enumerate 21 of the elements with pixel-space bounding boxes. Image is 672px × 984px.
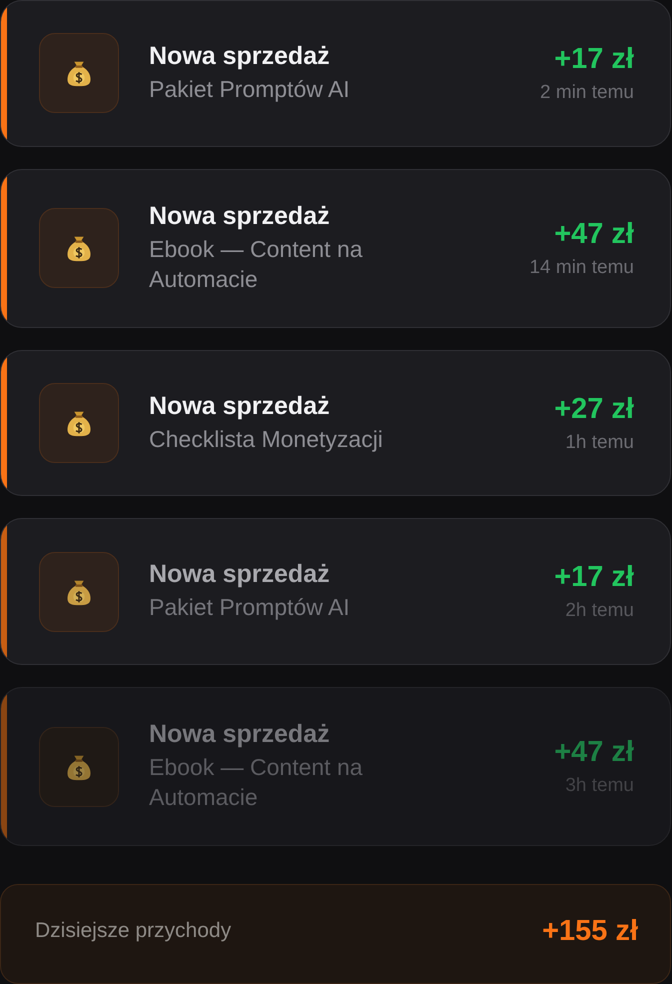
product-name: Pakiet Promptów AI — [149, 74, 351, 104]
summary-label: Dzisiejsze przychody — [35, 919, 232, 944]
sale-amount: +17 zł — [554, 42, 634, 76]
sale-title: Nowa sprzedaż — [149, 392, 331, 421]
product-name: Ebook — Content na Automacie — [149, 234, 364, 294]
sale-title: Nowa sprzedaż — [149, 42, 331, 71]
sale-amount: +27 zł — [554, 392, 634, 426]
sale-time: 2 min temu — [540, 82, 634, 104]
product-name: Pakiet Promptów AI — [149, 593, 351, 622]
sale-time: 14 min temu — [529, 256, 634, 279]
sale-time: 2h temu — [565, 600, 634, 622]
product-name: Ebook — Content na Automacie — [149, 753, 364, 812]
sale-title: Nowa sprzedaż — [149, 560, 331, 590]
sale-title: Nowa sprzedaż — [149, 202, 331, 231]
sale-amount: +17 zł — [554, 561, 634, 594]
product-name: Checklista Monetyzacji — [149, 424, 384, 454]
summary-amount: +155 zł — [542, 915, 638, 948]
sale-title: Nowa sprzedaż — [149, 720, 331, 750]
sale-amount: +47 zł — [554, 736, 634, 770]
sale-amount: +47 zł — [554, 218, 634, 251]
sale-time: 1h temu — [565, 432, 634, 454]
